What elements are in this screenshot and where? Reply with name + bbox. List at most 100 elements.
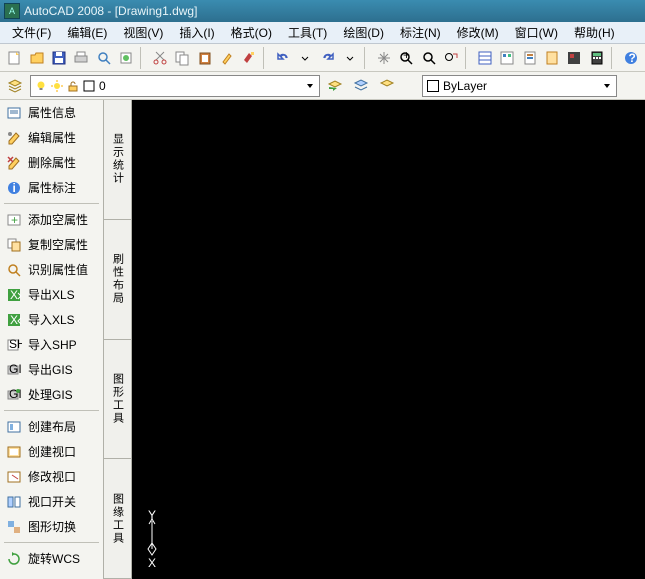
help-icon[interactable]: ? [621, 47, 641, 69]
sidebar-item-delete-attr[interactable]: 删除属性 [0, 150, 103, 175]
ucs-axis-icon: Y X [142, 509, 182, 569]
menu-edit[interactable]: 编辑(E) [59, 22, 115, 43]
zoom-realtime-icon[interactable]: + [396, 47, 416, 69]
attr-annotate-icon: i [6, 180, 22, 196]
layer-states-icon[interactable] [350, 75, 372, 97]
tab-edge-tools[interactable]: 图缘工具 [104, 459, 131, 579]
process-gis-icon: GIS [6, 387, 22, 403]
tab-layout[interactable]: 刷性布局 [104, 220, 131, 340]
pan-icon[interactable] [374, 47, 394, 69]
sidebar-separator [4, 203, 99, 204]
identify-attr-icon [6, 262, 22, 278]
modify-viewport-icon [6, 469, 22, 485]
publish-icon[interactable] [116, 47, 136, 69]
sidebar-item-label: 导入SHP [28, 336, 77, 353]
layer-dropdown[interactable]: 0 [30, 75, 320, 97]
menu-dimension[interactable]: 标注(N) [392, 22, 449, 43]
color-label: ByLayer [443, 79, 487, 93]
sidebar-item-import-xls[interactable]: X导入XLS [0, 307, 103, 332]
tab-stats[interactable]: 显示统计 [104, 100, 131, 220]
sidebar-item-label: 创建视口 [28, 443, 76, 460]
open-icon[interactable] [26, 47, 46, 69]
save-icon[interactable] [49, 47, 69, 69]
sidebar-item-create-viewport[interactable]: 创建视口 [0, 439, 103, 464]
layer-iso-icon[interactable] [376, 75, 398, 97]
undo-dropdown-icon[interactable] [295, 47, 315, 69]
zoom-previous-icon[interactable] [441, 47, 461, 69]
layer-manager-icon[interactable] [4, 75, 26, 97]
menu-insert[interactable]: 插入(I) [171, 22, 222, 43]
create-viewport-icon [6, 444, 22, 460]
create-layout-icon [6, 419, 22, 435]
menu-view[interactable]: 视图(V) [115, 22, 171, 43]
svg-text:?: ? [628, 51, 635, 65]
sidebar-item-export-gis[interactable]: GIS导出GIS [0, 357, 103, 382]
sidebar-item-process-gis[interactable]: GIS 处理GIS [0, 382, 103, 407]
drawing-canvas[interactable]: Y X [132, 100, 645, 579]
redo-dropdown-icon[interactable] [340, 47, 360, 69]
paste-icon[interactable] [194, 47, 214, 69]
redo-icon[interactable] [318, 47, 338, 69]
properties-icon[interactable] [475, 47, 495, 69]
new-icon[interactable] [4, 47, 24, 69]
sidebar-item-label: 编辑属性 [28, 129, 76, 146]
menu-window[interactable]: 窗口(W) [507, 22, 566, 43]
sidebar-item-import-shp[interactable]: SHP 导入SHP [0, 332, 103, 357]
menu-modify[interactable]: 修改(M) [449, 22, 507, 43]
sheet-set-icon[interactable] [542, 47, 562, 69]
sidebar-item-attr-info[interactable]: 属性信息 [0, 100, 103, 125]
sidebar-item-attr-annotate[interactable]: i属性标注 [0, 175, 103, 200]
markup-icon[interactable] [564, 47, 584, 69]
paint-icon[interactable] [239, 47, 259, 69]
design-center-icon[interactable] [497, 47, 517, 69]
sidebar-separator [4, 410, 99, 411]
svg-text:+: + [403, 50, 410, 62]
menu-file[interactable]: 文件(F) [4, 22, 59, 43]
sidebar-item-label: 导出XLS [28, 286, 75, 303]
toolbar-separator [465, 47, 471, 69]
sidebar-item-toggle-shape[interactable]: 图形切换 [0, 514, 103, 539]
vertical-tabs: 显示统计 刷性布局 图形工具 图缘工具 [104, 100, 132, 579]
menu-tools[interactable]: 工具(T) [280, 22, 335, 43]
tab-draw-tools[interactable]: 图形工具 [104, 340, 131, 460]
main-area: 属性信息编辑属性删除属性i属性标注 +添加空属性复制空属性识别属性值X导出XLSX… [0, 100, 645, 579]
menu-help[interactable]: 帮助(H) [566, 22, 623, 43]
sidebar-item-create-layout[interactable]: 创建布局 [0, 414, 103, 439]
undo-icon[interactable] [273, 47, 293, 69]
sidebar-item-add-spatial-attr[interactable]: +添加空属性 [0, 207, 103, 232]
sidebar-item-label: 导入XLS [28, 311, 75, 328]
calculator-icon[interactable] [587, 47, 607, 69]
svg-text:GIS: GIS [9, 387, 22, 401]
sidebar-item-label: 修改视口 [28, 468, 76, 485]
menu-format[interactable]: 格式(O) [223, 22, 280, 43]
sidebar-item-identify-attr[interactable]: 识别属性值 [0, 257, 103, 282]
plot-icon[interactable] [71, 47, 91, 69]
toggle-shape-icon [6, 519, 22, 535]
tool-palette-icon[interactable] [520, 47, 540, 69]
sidebar-item-label: 处理GIS [28, 386, 73, 403]
toolbar-separator [263, 47, 269, 69]
standard-toolbar: + ? [0, 44, 645, 72]
color-dropdown[interactable]: ByLayer [422, 75, 617, 97]
layer-previous-icon[interactable] [324, 75, 346, 97]
edit-attr-icon [6, 130, 22, 146]
preview-icon[interactable] [93, 47, 113, 69]
sidebar-item-label: 视口开关 [28, 493, 76, 510]
app-icon: A [4, 3, 20, 19]
sidebar-item-label: 创建布局 [28, 418, 76, 435]
match-icon[interactable] [217, 47, 237, 69]
sidebar-item-export-xls[interactable]: X导出XLS [0, 282, 103, 307]
svg-text:GIS: GIS [9, 362, 22, 376]
sidebar-item-viewport-switch[interactable]: 视口开关 [0, 489, 103, 514]
sidebar-item-modify-viewport[interactable]: 修改视口 [0, 464, 103, 489]
layer-toolbar: 0 ByLayer [0, 72, 645, 100]
sidebar-item-rotate-wcs[interactable]: 旋转WCS [0, 546, 103, 571]
copy-icon[interactable] [172, 47, 192, 69]
menu-draw[interactable]: 绘图(D) [335, 22, 392, 43]
sidebar-item-edit-attr[interactable]: 编辑属性 [0, 125, 103, 150]
sidebar-item-copy-spatial-attr[interactable]: 复制空属性 [0, 232, 103, 257]
toolbar-separator [364, 47, 370, 69]
zoom-window-icon[interactable] [419, 47, 439, 69]
cut-icon[interactable] [150, 47, 170, 69]
svg-text:SHP: SHP [9, 337, 22, 351]
